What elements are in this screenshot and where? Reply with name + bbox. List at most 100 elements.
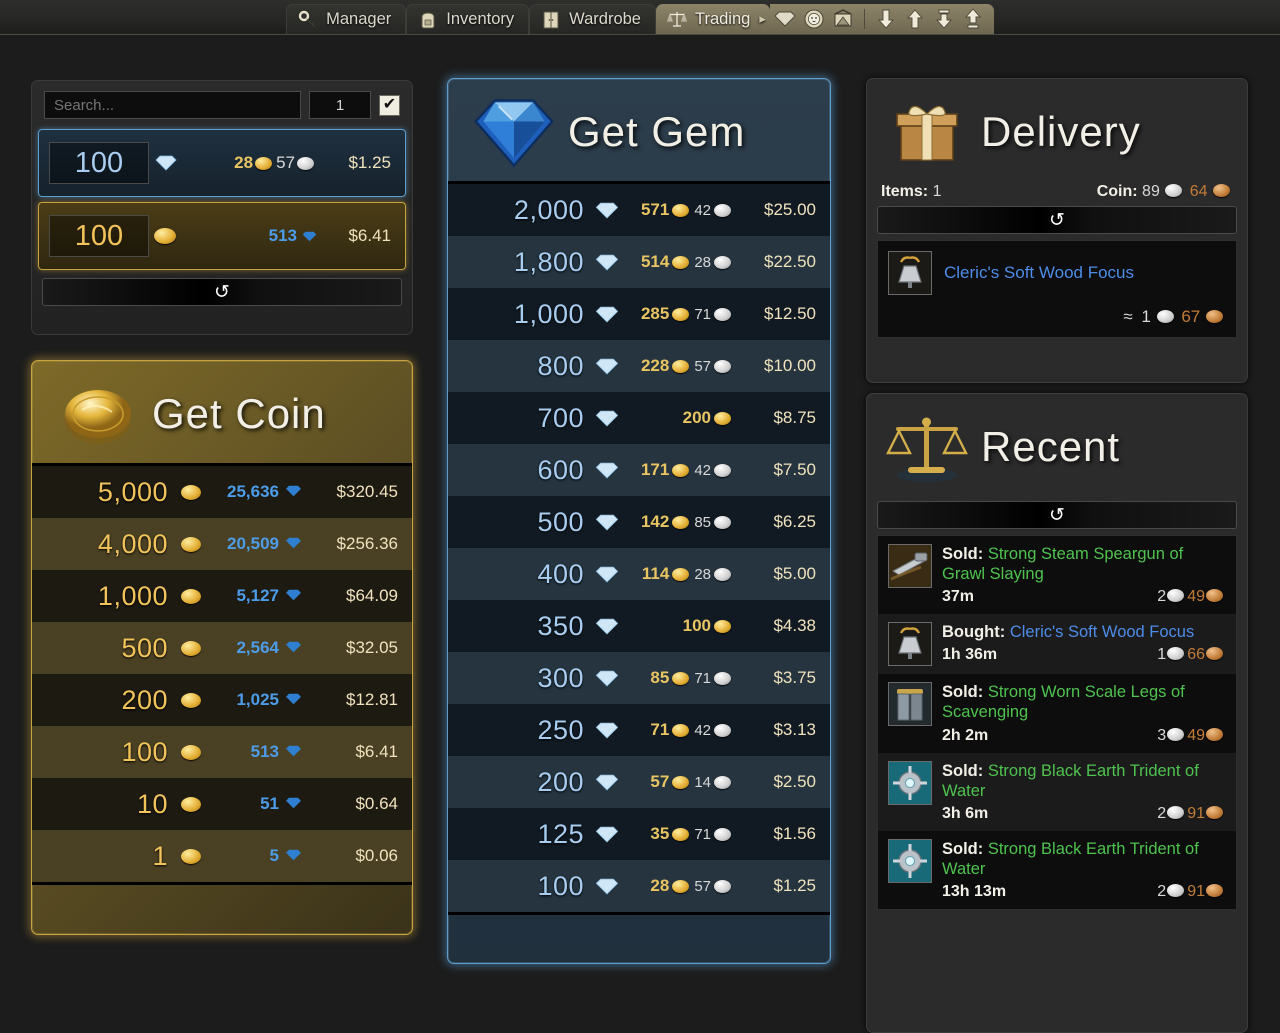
search-input[interactable]: [44, 91, 301, 119]
arrow-down-to-line-icon[interactable]: [931, 7, 957, 31]
gem-row-coin-cost: 514 28: [622, 252, 734, 272]
trading-post-icon[interactable]: [830, 7, 856, 31]
gem-amount: 5: [269, 846, 279, 865]
arrow-down-icon[interactable]: [873, 7, 899, 31]
silver-amount: 42: [694, 721, 711, 739]
tab-wardrobe[interactable]: Wardrobe: [529, 4, 656, 34]
delivery-coin-label: Coin:: [1096, 183, 1138, 200]
recent-entry-action: Sold:: [942, 545, 984, 563]
nav-tabs: Manager Inventory Wardrobe Trading ▸: [286, 0, 994, 34]
gold-coin-glyph: [154, 228, 176, 244]
get-gem-row[interactable]: 400 114 28 $5.00: [448, 548, 830, 600]
gem-icon: [592, 618, 622, 635]
gold-coin-icon: [714, 411, 731, 425]
lion-icon[interactable]: [801, 7, 827, 31]
silver-coin-icon: [714, 723, 731, 737]
recent-entry[interactable]: Sold: Strong Worn Scale Legs of Scavengi…: [878, 674, 1236, 753]
get-gem-row[interactable]: 600 171 42 $7.50: [448, 444, 830, 496]
copper-coin-icon: [1206, 647, 1223, 661]
delivery-item-price: ≈ 1 67: [888, 307, 1226, 327]
get-gem-row[interactable]: 500 142 85 $6.25: [448, 496, 830, 548]
silver-amount: 57: [694, 357, 711, 375]
gem-icon: [592, 462, 622, 479]
delivery-items-label: Items:: [881, 183, 929, 200]
gem-row-coin-cost: 114 28: [622, 564, 734, 584]
coin-row-gem-cost: 513: [206, 742, 302, 762]
delivery-items-count: 1: [932, 183, 942, 200]
conversion-refresh-button[interactable]: ↺: [42, 278, 402, 306]
gold-coin-icon: [672, 827, 690, 841]
get-coin-title: Get Coin: [152, 390, 326, 437]
get-gem-row[interactable]: 300 85 71 $3.75: [448, 652, 830, 704]
gold-amount: 228: [640, 356, 670, 375]
get-gem-row[interactable]: 800 228 57 $10.00: [448, 340, 830, 392]
get-gem-row[interactable]: 200 57 14 $2.50: [448, 756, 830, 808]
gold-coin-icon: [176, 744, 206, 760]
gem-amount: 51: [260, 794, 279, 813]
legs-item-icon: [888, 682, 932, 727]
gem-conversion-amount-box[interactable]: 100: [49, 142, 149, 184]
get-coin-row[interactable]: 4,000 20,509 $256.36: [32, 518, 412, 570]
gold-coin-icon: [672, 255, 690, 269]
copper-coin-icon: [1206, 805, 1223, 819]
get-gem-row[interactable]: 1,000 285 71 $12.50: [448, 288, 830, 340]
arrow-up-from-line-icon[interactable]: [960, 7, 986, 31]
get-coin-row[interactable]: 10 51 $0.64: [32, 778, 412, 830]
recent-entry-footer: 2h 2m 3 49: [942, 727, 1226, 745]
gem-amount: 1,800: [513, 246, 584, 277]
recent-entry[interactable]: Bought: Cleric's Soft Wood Focus 1h 36m 1 6…: [878, 614, 1236, 675]
select-all-checkbox[interactable]: ✔: [379, 94, 400, 116]
get-gem-row[interactable]: 100 28 57 $1.25: [448, 860, 830, 912]
gem-icon: [592, 306, 622, 323]
gem-row-coin-cost: 35 71: [622, 824, 734, 844]
get-gem-row[interactable]: 125 35 71 $1.56: [448, 808, 830, 860]
get-coin-row[interactable]: 1 5 $0.06: [32, 830, 412, 882]
blue-diamond-icon: [470, 93, 558, 171]
coin-conversion-amount: 100: [74, 219, 124, 252]
gem-row-coin-cost: 571 42: [622, 200, 734, 220]
gold-coin-icon: [149, 228, 183, 244]
gem-amount: 513: [268, 226, 297, 245]
delivery-item-silver: 1: [1141, 307, 1151, 326]
tab-trading[interactable]: Trading ▸: [655, 4, 770, 34]
quantity-input[interactable]: [309, 91, 371, 119]
gem-row-price: $22.50: [764, 252, 816, 271]
get-gem-row[interactable]: 350 100 $4.38: [448, 600, 830, 652]
get-coin-row[interactable]: 100 513 $6.41: [32, 726, 412, 778]
get-coin-row[interactable]: 1,000 5,127 $64.09: [32, 570, 412, 622]
recent-entry-copper: 49: [1187, 588, 1205, 606]
recent-refresh-button[interactable]: ↺: [877, 501, 1237, 529]
get-gem-row[interactable]: 700 200 $8.75: [448, 392, 830, 444]
gem-row-price: $3.75: [773, 668, 816, 687]
arrow-up-icon[interactable]: [902, 7, 928, 31]
delivery-item-row[interactable]: Cleric's Soft Wood Focus ≈ 1 67: [877, 240, 1237, 338]
get-coin-row[interactable]: 500 2,564 $32.05: [32, 622, 412, 674]
coin-conversion-row[interactable]: 100 513 $6.41: [38, 202, 406, 270]
tab-inventory[interactable]: Inventory: [406, 4, 530, 34]
gold-coin-icon: [255, 156, 273, 170]
recent-entry[interactable]: Sold: Strong Black Earth Trident of Wate…: [878, 752, 1236, 831]
get-gem-row[interactable]: 1,800 514 28 $22.50: [448, 236, 830, 288]
coin-conversion-amount-box[interactable]: 100: [49, 215, 149, 257]
get-gem-row[interactable]: 2,000 571 42 $25.00: [448, 184, 830, 236]
silver-coin-icon: [714, 879, 731, 893]
recent-entry-title: Sold: Strong Black Earth Trident of Wate…: [942, 839, 1226, 879]
get-coin-row[interactable]: 5,000 25,636 $320.45: [32, 466, 412, 518]
gem-conversion-row[interactable]: 100 28 57 $1.25: [38, 129, 406, 197]
silver-coin-icon: [714, 203, 731, 217]
get-coin-row[interactable]: 200 1,025 $12.81: [32, 674, 412, 726]
recent-entry[interactable]: Sold: Strong Steam Speargun of Grawl Sla…: [878, 536, 1236, 615]
recent-entry[interactable]: Sold: Strong Black Earth Trident of Wate…: [878, 830, 1236, 909]
silver-amount: 42: [694, 461, 711, 479]
gem-icon: [592, 202, 622, 219]
tab-manager[interactable]: Manager: [286, 4, 407, 34]
get-gem-row[interactable]: 250 71 42 $3.13: [448, 704, 830, 756]
recent-entry-time: 37m: [942, 588, 975, 606]
refresh-icon: ↺: [1049, 209, 1065, 231]
silver-amount: 71: [694, 305, 711, 323]
delivery-refresh-button[interactable]: ↺: [877, 206, 1237, 234]
gold-amount: 28: [234, 153, 254, 172]
search-conversion-panel: ✔ 100 28 57 $1.25 100: [31, 80, 413, 335]
gem-row-coin-cost: 57 14: [622, 772, 734, 792]
gem-icon[interactable]: [772, 7, 798, 31]
